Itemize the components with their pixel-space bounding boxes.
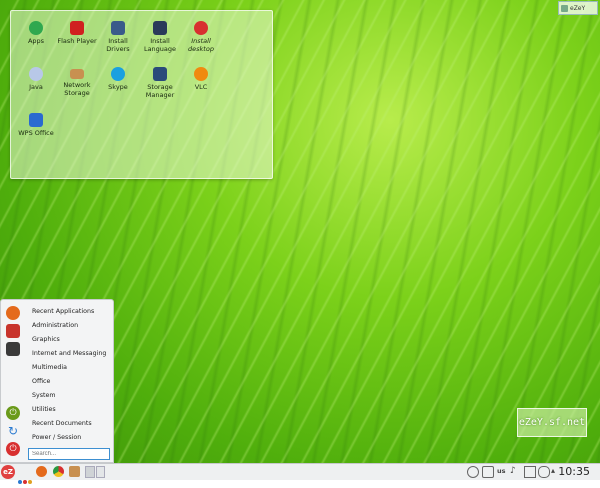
pager-desktop[interactable]	[85, 466, 95, 478]
icon-label: Apps	[27, 37, 45, 45]
java-icon	[29, 67, 43, 81]
taskbar: eZ us ♪ ▴ 10:35	[0, 463, 600, 484]
icon-label: Flash Player	[57, 37, 97, 45]
icon-label: Storage Manager	[145, 83, 175, 99]
icon-label: Install desktop	[188, 37, 214, 53]
volume-icon[interactable]: ♪	[510, 466, 516, 476]
menu-item-power-session[interactable]: Power / Session	[32, 432, 81, 444]
icon-label: Install Language	[143, 37, 177, 53]
chrome-icon[interactable]	[53, 466, 64, 477]
icon-label: WPS Office	[18, 129, 54, 137]
desktop-icon-storage-manager[interactable]: Storage Manager	[138, 67, 182, 99]
menu-item-administration[interactable]: Administration	[32, 320, 78, 332]
clock[interactable]: 10:35	[558, 465, 590, 478]
menu-item-system[interactable]: System	[32, 390, 55, 402]
install-language-icon	[153, 21, 167, 35]
dots-icon[interactable]	[18, 469, 32, 484]
watermark: eZeY.sf.net	[517, 408, 587, 437]
notifications-icon[interactable]	[467, 466, 479, 478]
launcher-button[interactable]: eZ	[1, 465, 15, 479]
top-widget-label: eZeY	[570, 4, 586, 12]
update-icon[interactable]	[538, 466, 550, 478]
firefox-icon[interactable]	[6, 306, 20, 320]
menu-item-utilities[interactable]: Utilities	[32, 404, 56, 416]
menu-item-recent-applications[interactable]: Recent Applications	[32, 306, 94, 318]
network-icon[interactable]	[524, 466, 536, 478]
desktop-icon-java[interactable]: Java	[14, 67, 58, 91]
top-widget[interactable]: eZeY	[558, 1, 598, 15]
menu-item-multimedia[interactable]: Multimedia	[32, 362, 67, 374]
expand-tray-icon[interactable]: ▴	[551, 466, 555, 475]
menu-item-internet-messaging[interactable]: Internet and Messaging	[32, 348, 106, 360]
desktop-icon-install-language[interactable]: Install Language	[138, 21, 182, 53]
folder-icon[interactable]	[69, 466, 80, 477]
firefox-icon[interactable]	[36, 466, 47, 477]
skype-icon	[111, 67, 125, 81]
search-input[interactable]	[28, 448, 110, 460]
flash-player-icon	[70, 21, 84, 35]
install-desktop-icon	[194, 21, 208, 35]
shutdown-icon[interactable]: ⏻	[6, 442, 20, 456]
menu-item-office[interactable]: Office	[32, 376, 50, 388]
desktop-icon-wps-office[interactable]: WPS Office	[14, 113, 58, 137]
storage-manager-icon	[153, 67, 167, 81]
icon-label: Install Drivers	[106, 37, 130, 53]
application-menu: ⏻ ↻ ⏻ Recent Applications Administration…	[0, 299, 114, 463]
widget-icon	[561, 4, 568, 12]
pager-desktop[interactable]	[95, 466, 105, 478]
clipboard-icon[interactable]	[482, 466, 494, 478]
icon-label: VLC	[194, 83, 208, 91]
desktop-icon-apps[interactable]: Apps	[14, 21, 58, 45]
desktop-icon-skype[interactable]: Skype	[96, 67, 140, 91]
desktop-icon-vlc[interactable]: VLC	[179, 67, 223, 91]
menu-favorites-rail: ⏻ ↻ ⏻	[1, 300, 23, 462]
keyboard-layout[interactable]: us	[497, 467, 506, 475]
network-storage-icon	[70, 69, 84, 79]
wps-office-icon	[29, 113, 43, 127]
desktop-icon-flash-player[interactable]: Flash Player	[55, 21, 99, 45]
desktop-icon-network-storage[interactable]: Network Storage	[55, 67, 99, 97]
file-manager-icon[interactable]	[6, 324, 20, 338]
terminal-icon[interactable]	[6, 342, 20, 356]
icon-label: Skype	[108, 83, 128, 91]
menu-item-graphics[interactable]: Graphics	[32, 334, 60, 346]
icon-label: Network Storage	[63, 81, 91, 97]
desktop-icon-install-desktop[interactable]: Install desktop	[179, 21, 223, 53]
desktop-folder-view: Apps Flash Player Install Drivers Instal…	[10, 10, 273, 179]
apps-icon	[29, 21, 43, 35]
pager[interactable]	[85, 466, 105, 478]
install-drivers-icon	[111, 21, 125, 35]
restart-icon[interactable]: ↻	[6, 424, 20, 438]
desktop-icon-install-drivers[interactable]: Install Drivers	[96, 21, 140, 53]
menu-item-recent-documents[interactable]: Recent Documents	[32, 418, 92, 430]
vlc-icon	[194, 67, 208, 81]
icon-label: Java	[29, 83, 43, 91]
logout-icon[interactable]: ⏻	[6, 406, 20, 420]
